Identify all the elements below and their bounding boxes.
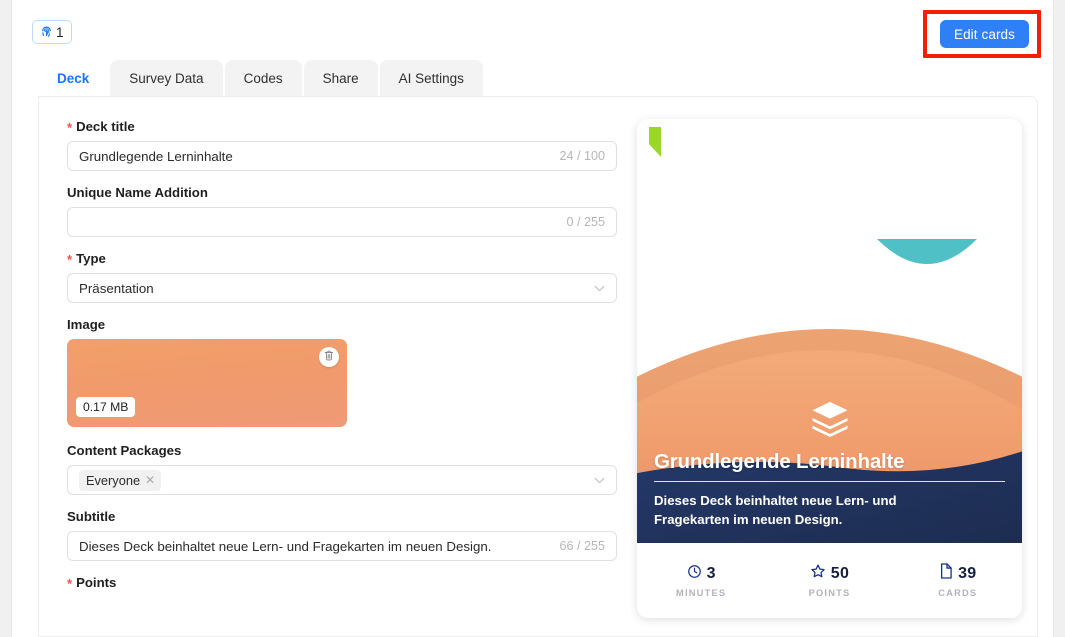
deck-title-label: * Deck title <box>67 119 617 134</box>
points-label: * Points <box>67 575 617 590</box>
subtitle-label: Subtitle <box>67 509 617 524</box>
unique-name-label: Unique Name Addition <box>67 185 617 200</box>
top-bar: 1 Edit cards <box>12 0 1053 60</box>
stat-points-value: 50 <box>830 564 850 582</box>
chip-everyone[interactable]: Everyone ✕ <box>79 469 162 491</box>
type-label: * Type <box>67 251 617 266</box>
image-thumbnail[interactable]: 0.17 MB <box>67 339 347 427</box>
tab-bar: Deck Survey Data Codes Share AI Settings <box>38 60 483 96</box>
tab-survey-data[interactable]: Survey Data <box>110 60 223 96</box>
card-divider <box>654 480 1005 482</box>
views-count: 1 <box>56 24 64 40</box>
leaf-shape <box>649 127 661 157</box>
subtitle-label-text: Subtitle <box>67 509 116 524</box>
subtitle-counter: 66 / 255 <box>559 539 605 553</box>
clock-icon <box>687 564 702 584</box>
card-text-block: Grundlegende Lerninhalte Dieses Deck bei… <box>637 450 1022 543</box>
subtitle-value: Dieses Deck beinhaltet neue Lern- und Fr… <box>79 538 492 554</box>
stat-cards-value: 39 <box>958 564 977 582</box>
stat-minutes: 3 MINUTES <box>637 564 765 598</box>
stat-minutes-value: 3 <box>706 564 716 582</box>
stat-cards-top: 39 <box>939 563 976 584</box>
deck-preview-column: Grundlegende Lerninhalte Dieses Deck bei… <box>637 119 1022 618</box>
file-icon <box>939 563 953 584</box>
type-value: Präsentation <box>79 280 154 296</box>
deck-preview-card[interactable]: Grundlegende Lerninhalte Dieses Deck bei… <box>637 119 1022 618</box>
stat-points-top: 50 <box>810 563 849 584</box>
deck-title-counter: 24 / 100 <box>559 149 605 163</box>
views-badge[interactable]: 1 <box>32 20 72 44</box>
deck-tab-panel: * Deck title Grundlegende Lerninhalte 24… <box>38 96 1038 637</box>
tab-ai-settings[interactable]: AI Settings <box>379 60 483 96</box>
delete-image-button[interactable] <box>319 347 339 367</box>
unique-name-label-text: Unique Name Addition <box>67 185 208 200</box>
type-select[interactable]: Präsentation <box>67 273 617 303</box>
points-label-text: Points <box>76 575 117 590</box>
stat-minutes-top: 3 <box>687 564 716 584</box>
edit-cards-button[interactable]: Edit cards <box>939 20 1029 48</box>
required-asterisk: * <box>67 120 73 135</box>
subtitle-input[interactable]: Dieses Deck beinhaltet neue Lern- und Fr… <box>67 531 617 561</box>
stat-points-label: POINTS <box>808 588 851 598</box>
card-stats-row: 3 MINUTES 50 POINTS 39 CARDS <box>637 543 1022 618</box>
content-packages-select[interactable]: Everyone ✕ <box>67 465 617 495</box>
chip-label: Everyone <box>86 472 141 488</box>
card-description: Dieses Deck beinhaltet neue Lern- und Fr… <box>654 492 897 527</box>
content-packages-label-text: Content Packages <box>67 443 182 458</box>
deck-title-input[interactable]: Grundlegende Lerninhalte 24 / 100 <box>67 141 617 171</box>
stat-minutes-label: MINUTES <box>676 587 727 598</box>
deck-title-value: Grundlegende Lerninhalte <box>79 148 233 164</box>
required-asterisk: * <box>67 252 73 267</box>
content-packages-value: Everyone ✕ <box>79 469 586 491</box>
card-title: Grundlegende Lerninhalte <box>654 449 905 473</box>
trash-icon <box>324 348 334 366</box>
tab-share[interactable]: Share <box>303 60 378 96</box>
layers-stack-icon <box>809 398 851 440</box>
teal-arc-shape <box>877 239 977 264</box>
chevron-down-icon <box>594 285 605 292</box>
content-packages-label: Content Packages <box>67 443 617 458</box>
image-file-size: 0.17 MB <box>76 397 136 417</box>
stat-cards: 39 CARDS <box>894 563 1022 598</box>
deck-form: * Deck title Grundlegende Lerninhalte 24… <box>67 119 617 597</box>
fingerprint-icon <box>40 25 53 39</box>
required-asterisk: * <box>67 576 73 591</box>
chevron-down-icon <box>594 477 605 484</box>
stat-points: 50 POINTS <box>765 563 893 598</box>
image-label: Image <box>67 317 617 332</box>
stat-cards-label: CARDS <box>938 588 978 598</box>
deck-title-label-text: Deck title <box>76 119 135 134</box>
unique-name-input[interactable]: 0 / 255 <box>67 207 617 237</box>
tab-deck[interactable]: Deck <box>38 60 109 96</box>
unique-name-counter: 0 / 255 <box>566 215 605 229</box>
app-panel: 1 Edit cards Deck Survey Data Codes Shar… <box>11 0 1054 637</box>
close-icon[interactable]: ✕ <box>145 474 155 486</box>
tab-codes[interactable]: Codes <box>224 60 302 96</box>
type-label-text: Type <box>76 251 106 266</box>
page-root: 1 Edit cards Deck Survey Data Codes Shar… <box>0 0 1065 637</box>
image-label-text: Image <box>67 317 106 332</box>
star-icon <box>810 563 826 584</box>
